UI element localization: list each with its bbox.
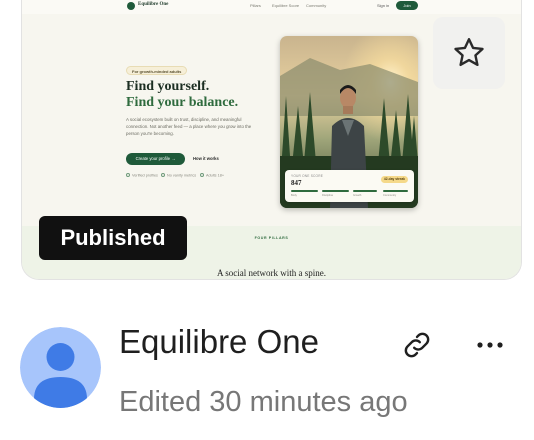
hero-secondary-link: How it works: [193, 156, 219, 161]
star-icon: [454, 38, 484, 67]
project-preview-card[interactable]: Equilibre One Pillars Equilibre Score Co…: [21, 0, 522, 280]
hero-body: A social ecosystem built on trust, disci…: [126, 117, 252, 136]
pillar-label: Discipline: [322, 194, 334, 197]
avatar[interactable]: [20, 327, 101, 408]
trust-item: Adults 18+: [200, 173, 224, 178]
pillar-progress: [383, 190, 408, 192]
pillar-label: Growth: [353, 194, 362, 197]
pillar-progress: [291, 190, 318, 192]
more-options-button[interactable]: [472, 328, 508, 362]
nav-join-button: Join: [396, 1, 418, 10]
trust-item: No vanity metrics: [161, 173, 196, 178]
score-card: YOUR ONE SCORE 847 42-day streak Body Di…: [285, 170, 414, 202]
nav-link-pillars: Pillars: [250, 3, 261, 8]
section-title: A social network with a spine.: [217, 268, 326, 278]
logo-icon: [127, 2, 135, 10]
site-brand: Equilibre One: [138, 2, 169, 7]
hero-title-line2: Find your balance.: [126, 95, 239, 110]
trust-item: Verified profiles: [126, 173, 158, 178]
score-value: 847: [291, 179, 302, 187]
copy-link-button[interactable]: [400, 328, 434, 362]
check-icon: [161, 173, 165, 177]
check-icon: [126, 173, 130, 177]
link-icon: [404, 332, 430, 358]
pillar-progress: [322, 190, 349, 192]
hero-cta-button: Create your profile →: [126, 153, 185, 165]
nav-sign-in: Sign in: [377, 3, 390, 8]
user-avatar-icon: [20, 327, 101, 408]
hero-badge: For growth-minded adults: [126, 66, 188, 75]
hero-title-line1: Find yourself.: [126, 79, 210, 94]
status-badge: Published: [39, 216, 187, 260]
project-title[interactable]: Equilibre One: [119, 323, 319, 361]
favorite-button[interactable]: [433, 17, 505, 89]
check-icon: [200, 173, 204, 177]
pillar-label: Body: [291, 194, 297, 197]
nav-link-score: Equilibre Score: [272, 3, 300, 8]
pillar-progress: [353, 190, 377, 192]
pillar-label: Community: [383, 194, 397, 197]
more-horizontal-icon: [477, 342, 503, 348]
streak-badge: 42-day streak: [380, 176, 408, 183]
nav-link-community: Community: [306, 3, 327, 8]
site-nav: Equilibre One Pillars Equilibre Score Co…: [22, 0, 521, 14]
score-label: YOUR ONE SCORE: [291, 174, 324, 178]
edited-timestamp: Edited 30 minutes ago: [119, 386, 408, 418]
